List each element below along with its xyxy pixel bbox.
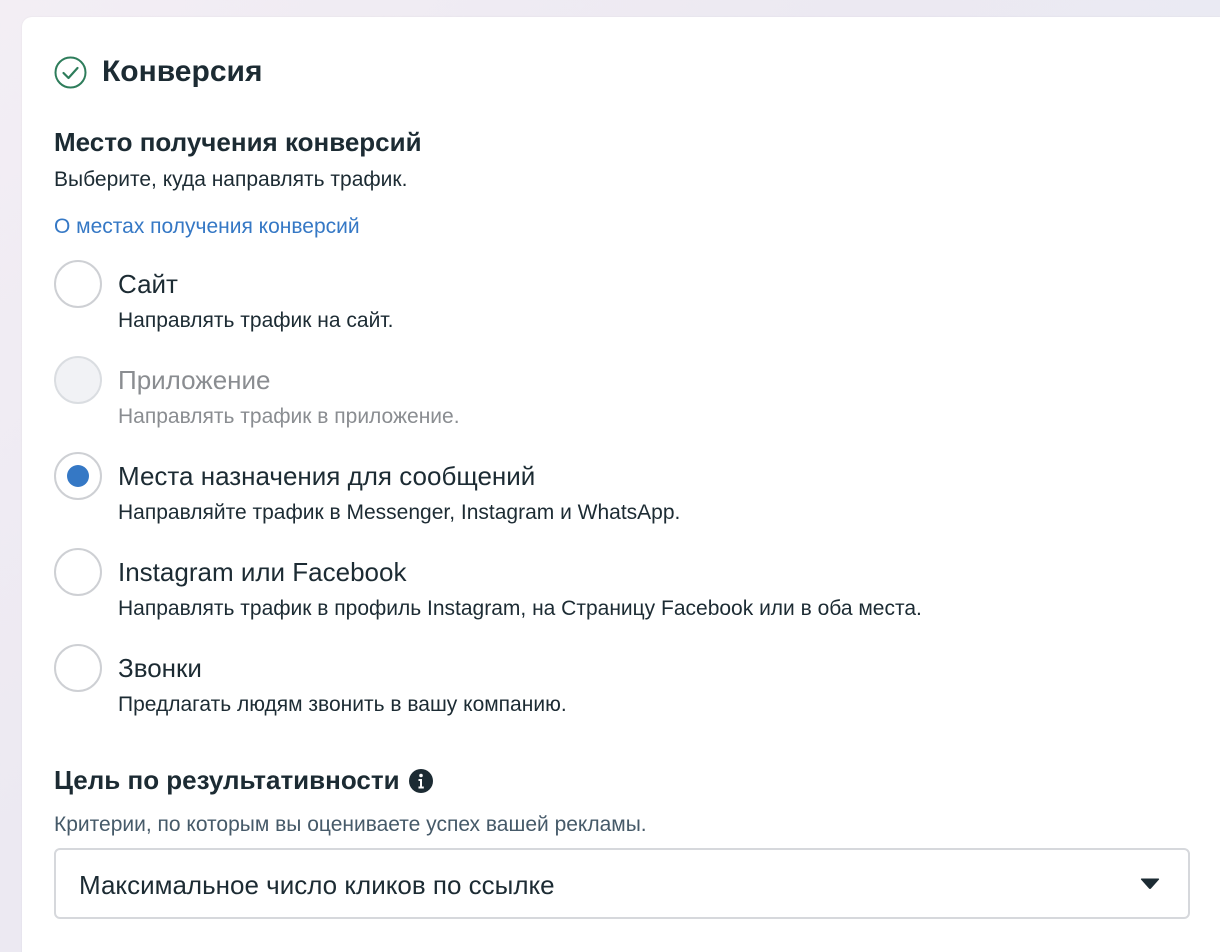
section-title: Конверсия: [102, 55, 263, 88]
radio-button[interactable]: [54, 548, 102, 596]
info-icon[interactable]: [408, 768, 434, 794]
conversion-card: Конверсия Место получения конверсий Выбе…: [22, 17, 1220, 952]
dropdown-selected-value: Максимальное число кликов по ссылке: [79, 870, 555, 900]
section-header: Конверсия: [54, 55, 262, 89]
option-messaging[interactable]: Места назначения для сообщений Направляй…: [54, 452, 1154, 532]
performance-goal-subtitle: Критерии, по которым вы оцениваете успех…: [54, 813, 647, 836]
option-description: Предлагать людям звонить в вашу компанию…: [118, 693, 567, 716]
option-instagram-facebook[interactable]: Instagram или Facebook Направлять трафик…: [54, 548, 1154, 628]
radio-button[interactable]: [54, 644, 102, 692]
caret-down-icon: [1140, 878, 1160, 889]
performance-goal-title: Цель по результативности: [54, 765, 434, 796]
learn-more-link[interactable]: О местах получения конверсий: [54, 215, 360, 239]
option-label: Instagram или Facebook: [118, 557, 407, 587]
performance-goal-label: Цель по результативности: [54, 765, 400, 795]
radio-button[interactable]: [54, 260, 102, 308]
option-description: Направлять трафик в приложение.: [118, 405, 460, 428]
performance-goal-dropdown[interactable]: Максимальное число кликов по ссылке: [54, 848, 1190, 919]
option-description: Направлять трафик на сайт.: [118, 309, 394, 332]
option-app: Приложение Направлять трафик в приложени…: [54, 356, 1154, 436]
conversion-location-title: Место получения конверсий: [54, 127, 422, 157]
option-label: Места назначения для сообщений: [118, 461, 536, 491]
option-label: Приложение: [118, 365, 271, 395]
option-description: Направлять трафик в профиль Instagram, н…: [118, 597, 922, 620]
radio-button-selected[interactable]: [54, 452, 102, 500]
option-label: Звонки: [118, 653, 202, 683]
option-website[interactable]: Сайт Направлять трафик на сайт.: [54, 260, 1154, 340]
radio-button: [54, 356, 102, 404]
check-circle-icon: [54, 56, 87, 88]
conversion-location-subtitle: Выберите, куда направлять трафик.: [54, 168, 408, 191]
option-calls[interactable]: Звонки Предлагать людям звонить в вашу к…: [54, 644, 1154, 724]
option-description: Направляйте трафик в Messenger, Instagra…: [118, 501, 681, 524]
option-label: Сайт: [118, 269, 178, 299]
